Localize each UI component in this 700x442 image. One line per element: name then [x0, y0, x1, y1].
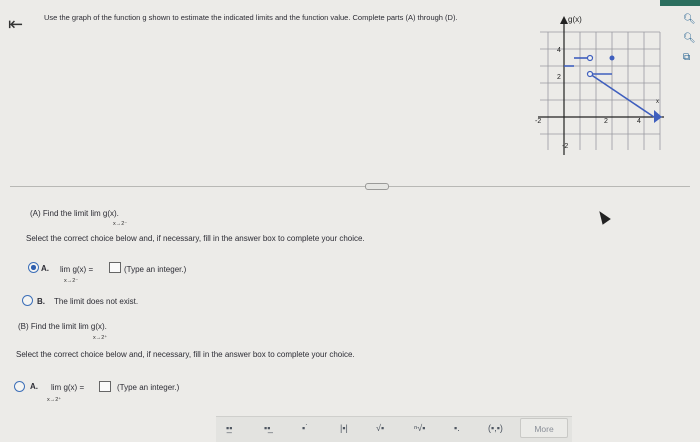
- open-point: [586, 54, 594, 62]
- tick-x-neg: -2: [535, 118, 541, 125]
- tick-x-4: 4: [637, 118, 641, 125]
- zoom-in-icon[interactable]: 🔍︎: [683, 14, 696, 25]
- part-a-choice-b-radio[interactable]: [22, 295, 33, 306]
- math-toolbar: ▪̲▪ ▪▪̲ ▪˙ |▪| √▪ ⁿ√▪ ▪. (▪,▪): [216, 416, 572, 442]
- ordered-pair-icon[interactable]: (▪,▪): [488, 423, 503, 433]
- part-a-prompt: (A) Find the limit lim g(x).: [30, 209, 119, 218]
- sqrt-icon[interactable]: √▪: [376, 423, 384, 433]
- zoom-out-icon[interactable]: 🔍︎: [683, 33, 696, 44]
- nth-root-icon[interactable]: ⁿ√▪: [414, 423, 425, 433]
- graph-title: g(x): [568, 15, 582, 24]
- part-a-instruction: Select the correct choice below and, if …: [26, 234, 365, 243]
- tick-y-neg: -2: [562, 143, 568, 150]
- part-b-choice-a-radio[interactable]: [14, 381, 25, 392]
- part-b-choice-a-hint: (Type an integer.): [117, 383, 180, 392]
- mixed-number-icon[interactable]: ▪▪̲: [264, 423, 270, 433]
- back-arrow-icon[interactable]: ⇤: [8, 14, 23, 35]
- x-axis-label: x: [656, 99, 659, 105]
- part-b-prompt: (B) Find the limit lim g(x).: [18, 322, 107, 331]
- part-a-choice-a-letter: A.: [41, 264, 49, 273]
- divider-handle[interactable]: [365, 183, 389, 190]
- part-a-prompt-sub: x→2⁻: [113, 221, 128, 227]
- part-b-answer-box[interactable]: [99, 381, 111, 392]
- section-divider: [10, 186, 690, 187]
- fraction-icon[interactable]: ▪̲▪: [226, 423, 232, 433]
- tick-y-2: 2: [557, 74, 561, 81]
- part-a-choice-a-sub: x→2⁻: [64, 278, 79, 284]
- part-a-choice-b-letter: B.: [37, 297, 45, 306]
- part-b-prompt-sub: x→2⁺: [93, 335, 108, 341]
- more-button[interactable]: More: [520, 418, 568, 438]
- part-a-answer-box[interactable]: [109, 262, 121, 273]
- tick-x-2: 2: [604, 118, 608, 125]
- closed-point: [609, 55, 615, 61]
- top-accent-bar: [660, 0, 700, 6]
- exponent-icon[interactable]: ▪˙: [302, 423, 308, 433]
- part-a-choice-b-text: The limit does not exist.: [54, 297, 139, 306]
- part-a-choice-a-radio[interactable]: [28, 262, 39, 273]
- part-b-choice-a-sub: x→2⁺: [47, 397, 62, 403]
- tick-y-4: 4: [557, 47, 561, 54]
- function-graph: g(x) x -2 2 4 4 2 -2: [535, 15, 664, 155]
- open-point: [586, 70, 594, 78]
- graph-segment: [589, 73, 655, 118]
- subscript-icon[interactable]: ▪.: [454, 423, 460, 433]
- graph-arrow: [654, 110, 662, 123]
- part-a-choice-a-expr: lim g(x) =: [60, 265, 94, 274]
- absolute-value-icon[interactable]: |▪|: [340, 423, 348, 433]
- part-a-choice-a-hint: (Type an integer.): [124, 265, 187, 274]
- part-b-choice-a-expr: lim g(x) =: [51, 383, 85, 392]
- instructions-text: Use the graph of the function g shown to…: [44, 13, 458, 22]
- mouse-cursor-icon: [595, 208, 611, 225]
- part-b-choice-a-letter: A.: [30, 382, 38, 391]
- popout-icon[interactable]: ⧉: [683, 52, 690, 63]
- part-b-instruction: Select the correct choice below and, if …: [16, 350, 355, 359]
